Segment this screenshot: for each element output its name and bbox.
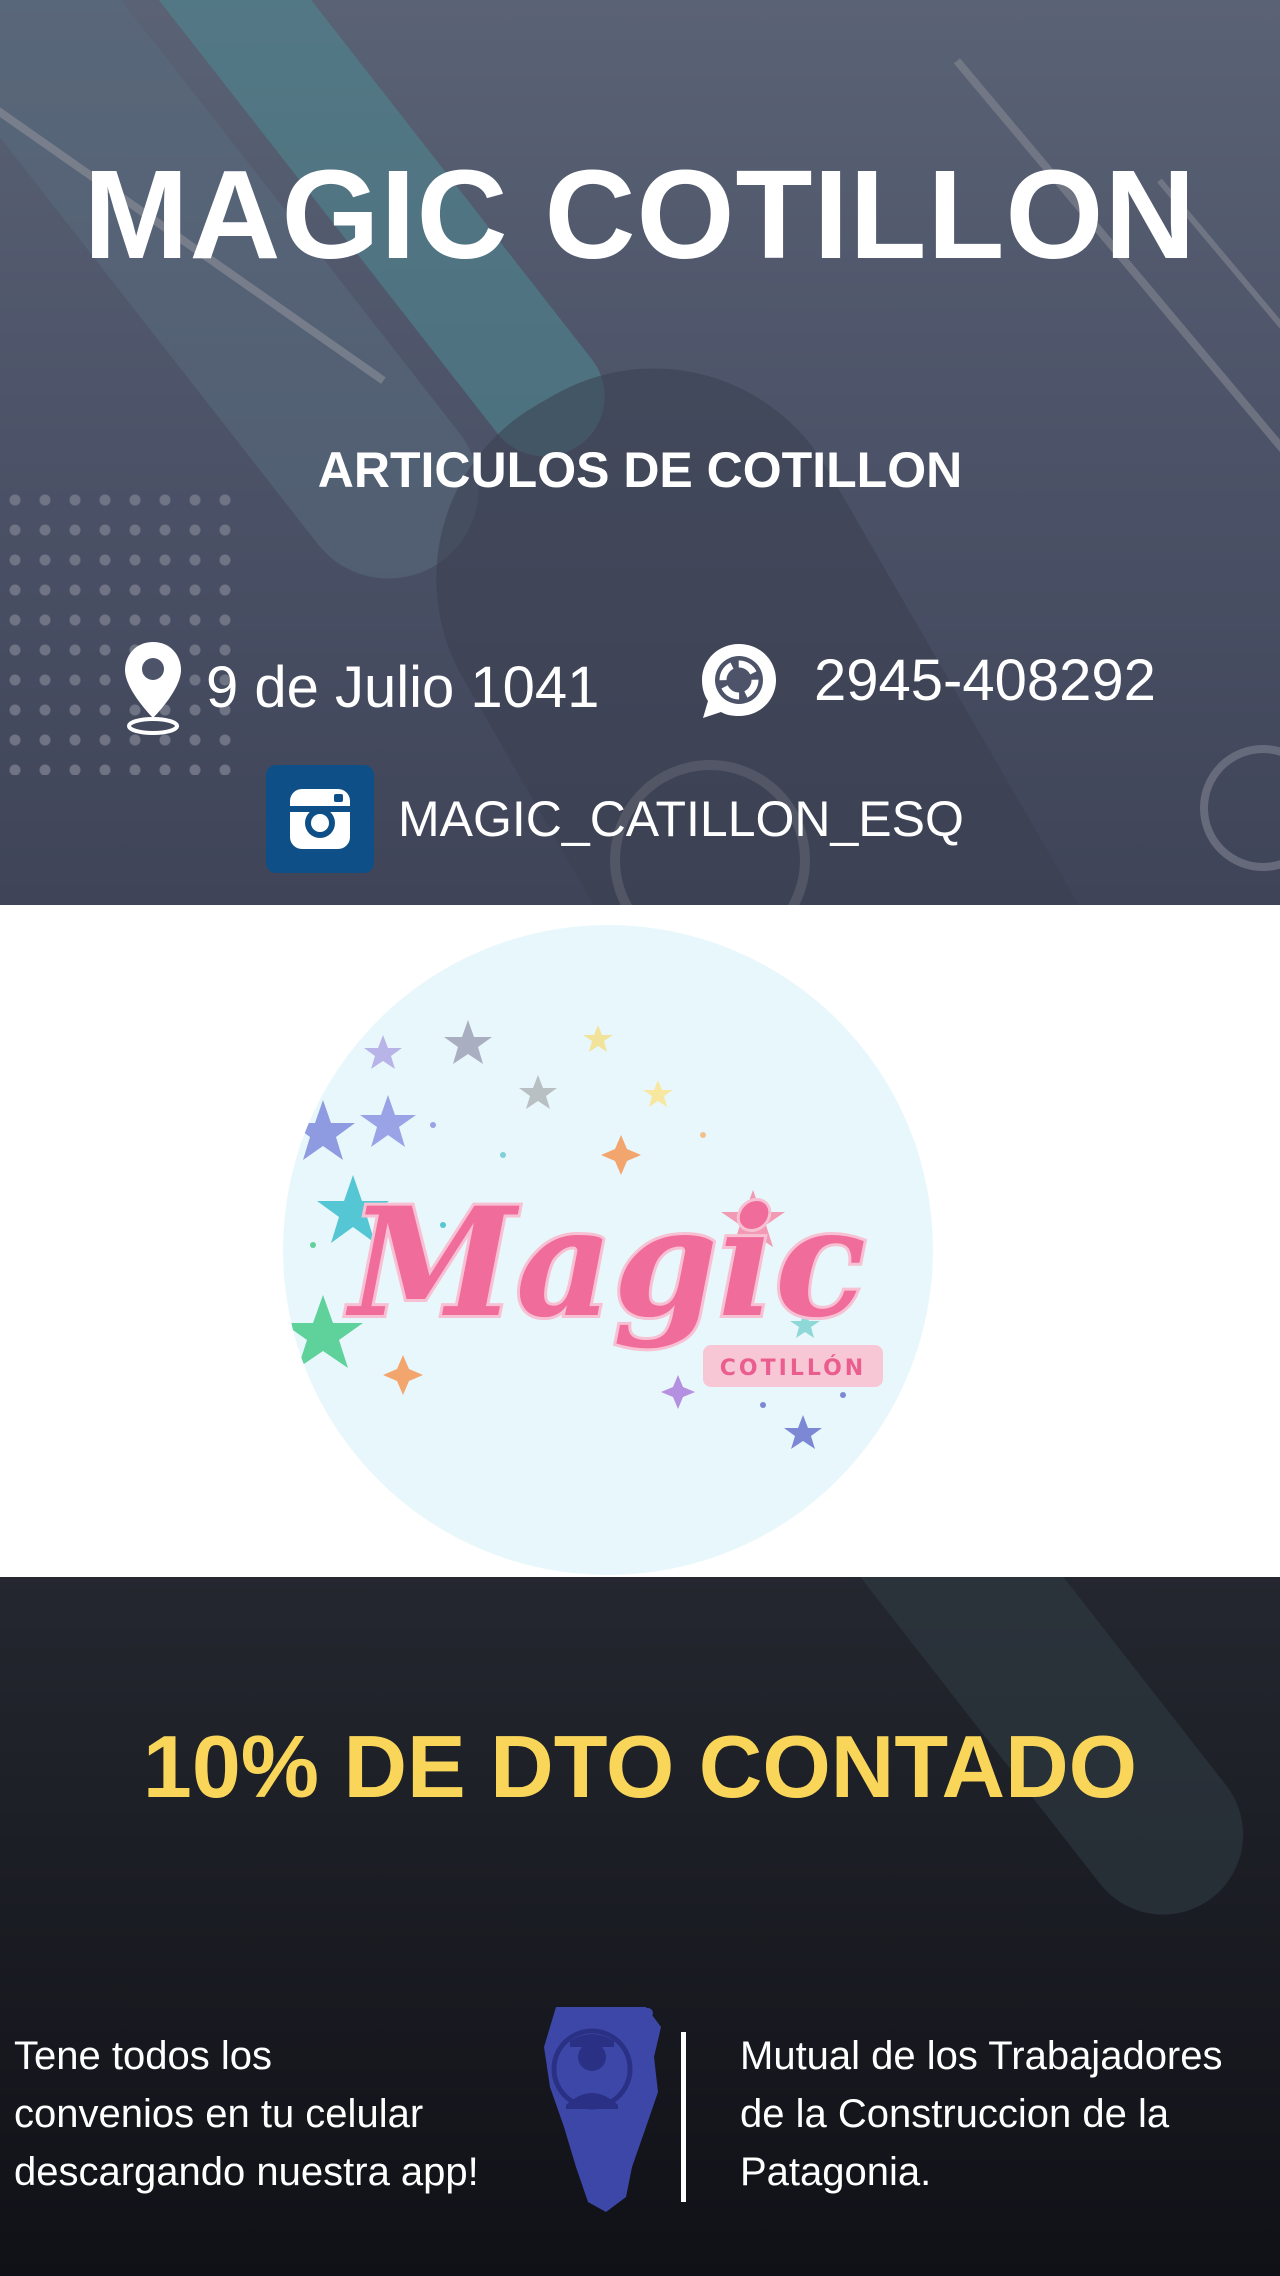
app-promo-line: convenios en tu celular xyxy=(14,2092,424,2136)
phone-info[interactable]: 2945-408292 xyxy=(698,640,1156,722)
mutual-logo xyxy=(544,2007,661,2212)
discount-banner: 10% DE DTO CONTADO xyxy=(142,1717,1138,1816)
address-info: 9 de Julio 1041 xyxy=(122,640,599,736)
phone-text: 2945-408292 xyxy=(814,648,1156,713)
page-subtitle: ARTICULOS DE COTILLON xyxy=(317,442,963,498)
logo-section: Magic COTILLÓN xyxy=(0,905,1280,1577)
whatsapp-icon xyxy=(702,644,776,718)
instagram-info[interactable]: MAGIC_CATILLON_ESQ xyxy=(266,765,964,873)
mutual-name-line: Patagonia. xyxy=(740,2150,932,2194)
instagram-icon xyxy=(266,765,374,873)
page-title: MAGIC COTILLON xyxy=(83,144,1197,285)
mutual-name-line: de la Construccion de la xyxy=(740,2092,1170,2136)
background-ring xyxy=(1200,745,1280,871)
mutual-name: Mutual de los Trabajadores de la Constru… xyxy=(740,2027,1280,2201)
app-promo-line: Tene todos los xyxy=(14,2034,272,2078)
footer-divider xyxy=(681,2032,686,2202)
app-promo-text: Tene todos los convenios en tu celular d… xyxy=(14,2027,544,2201)
app-promo-line: descargando nuestra app! xyxy=(14,2150,479,2194)
header-section: MAGIC COTILLON ARTICULOS DE COTILLON 9 d… xyxy=(0,0,1280,905)
store-logo: Magic COTILLÓN xyxy=(283,925,933,1575)
address-text: 9 de Julio 1041 xyxy=(206,655,600,720)
logo-wordmark: Magic xyxy=(345,1175,866,1351)
mutual-name-line: Mutual de los Trabajadores xyxy=(740,2034,1223,2078)
instagram-handle: MAGIC_CATILLON_ESQ xyxy=(398,791,964,847)
promo-section: 10% DE DTO CONTADO Tene todos los conven… xyxy=(0,1577,1280,2276)
location-pin-icon xyxy=(125,642,181,735)
logo-badge-text: COTILLÓN xyxy=(720,1355,866,1381)
